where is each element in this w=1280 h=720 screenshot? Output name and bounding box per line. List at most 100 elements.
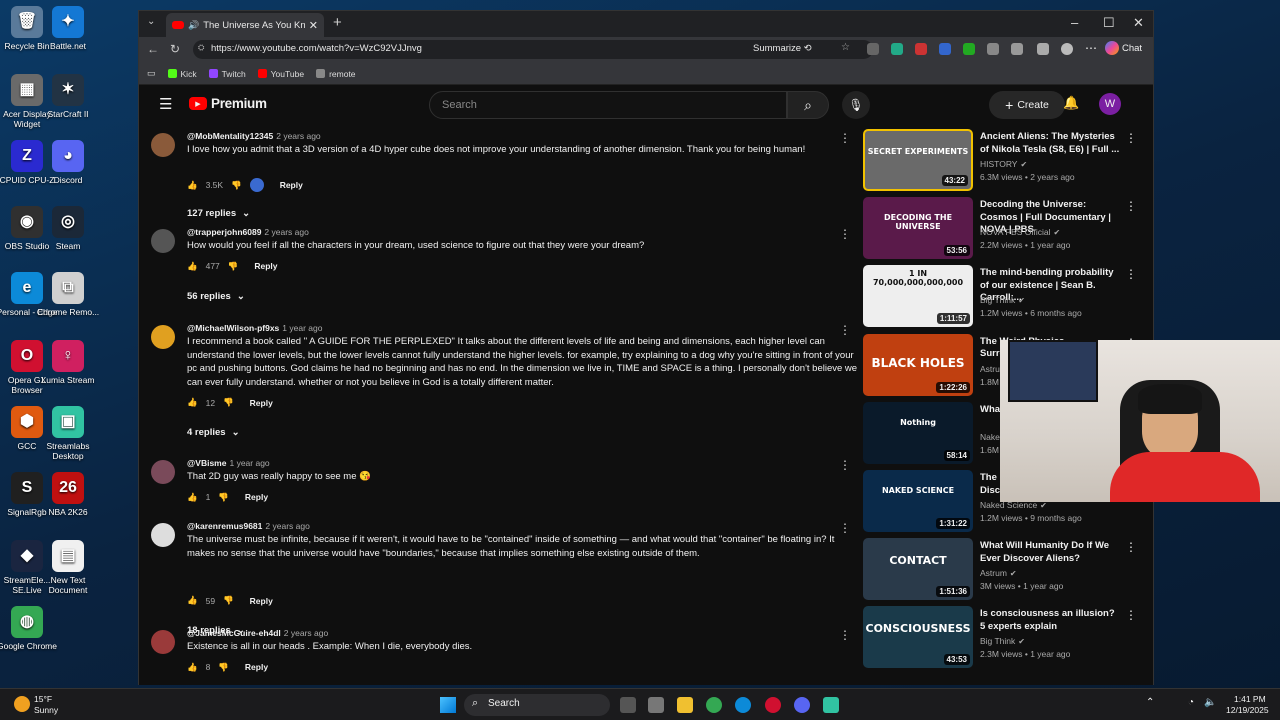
taskbar-app-icon[interactable] [648, 697, 664, 713]
comment-author[interactable]: @trapperjohn6089 2 years ago [187, 227, 309, 237]
dislike-icon[interactable]: 👎 [218, 492, 229, 503]
comment-author[interactable]: @MichaelWilson-pf9xs 1 year ago [187, 323, 322, 333]
comment-time[interactable]: 1 year ago [229, 458, 269, 468]
chrome-icon[interactable] [706, 697, 722, 713]
video-thumbnail[interactable]: BLACK HOLES 1:22:26 [863, 333, 973, 396]
desktop-icon[interactable]: ◍ Google Chrome [0, 606, 60, 651]
volume-icon[interactable]: 🔈 [1204, 697, 1216, 708]
more-menu-icon[interactable]: ⋯ [1085, 41, 1097, 55]
taskbar-search[interactable]: ⌕ Search [464, 694, 610, 716]
create-button[interactable]: + Create [989, 91, 1065, 119]
reply-button[interactable]: Reply [280, 180, 303, 190]
extension-icon[interactable] [987, 43, 999, 55]
comment-avatar[interactable] [151, 325, 175, 349]
related-video[interactable]: CONTACT 1:51:36 What Will Humanity Do If W… [863, 538, 1153, 604]
start-icon[interactable] [440, 697, 456, 713]
desktop-icon[interactable]: ◕ Discord [35, 140, 101, 185]
new-tab-icon[interactable]: + [333, 14, 342, 31]
desktop-icon[interactable]: ▤ New Text Document [35, 540, 101, 595]
youtube-logo[interactable]: ▶ Premium [189, 96, 267, 111]
replies-toggle[interactable]: 56 replies ⌄ [187, 291, 245, 302]
video-channel[interactable]: HISTORY ✔ [980, 159, 1027, 169]
favorite-star-icon[interactable]: ☆ [841, 42, 850, 53]
video-title[interactable]: What Will Humanity Do If We Ever Discove… [980, 540, 1120, 565]
extension-icon[interactable] [963, 43, 975, 55]
reply-button[interactable]: Reply [245, 492, 268, 502]
dislike-icon[interactable]: 👎 [223, 595, 234, 606]
like-icon[interactable]: 👍 [187, 595, 198, 606]
close-window-icon[interactable]: ✕ [1133, 15, 1144, 31]
related-video[interactable]: SECRET EXPERIMENTS 43:22 Ancient Aliens: T… [863, 129, 1153, 195]
opera-icon[interactable] [765, 697, 781, 713]
related-video[interactable]: CONSCIOUSNESS 43:53 Is consciousness an il… [863, 606, 1153, 672]
video-channel[interactable]: Big Think ✔ [980, 636, 1025, 646]
like-icon[interactable]: 👍 [187, 397, 198, 408]
favorites-icon[interactable] [1037, 43, 1049, 55]
extension-icon[interactable] [915, 43, 927, 55]
replies-toggle[interactable]: 127 replies ⌄ [187, 208, 250, 219]
summarize-button[interactable]: Summarize ⟲ [753, 43, 812, 54]
search-input[interactable]: Search [429, 91, 787, 119]
dislike-icon[interactable]: 👎 [223, 397, 234, 408]
reply-button[interactable]: Reply [245, 662, 268, 672]
copilot-chat-button[interactable]: Chat [1105, 41, 1142, 55]
comment-time[interactable]: 1 year ago [282, 323, 322, 333]
comment-more-icon[interactable]: ⋮ [839, 628, 851, 642]
reply-button[interactable]: Reply [250, 596, 273, 606]
clock-time[interactable]: 1:41 PM [1234, 694, 1266, 704]
video-more-icon[interactable]: ⋮ [1125, 608, 1137, 622]
like-icon[interactable]: 👍 [187, 261, 198, 272]
maximize-icon[interactable]: ☐ [1103, 15, 1115, 31]
comment-more-icon[interactable]: ⋮ [839, 458, 851, 472]
edge-icon[interactable] [735, 697, 751, 713]
video-thumbnail[interactable]: NAKED SCIENCE 1:31:22 [863, 470, 973, 532]
bookmark-item[interactable]: remote [316, 69, 356, 79]
comment-more-icon[interactable]: ⋮ [839, 131, 851, 145]
site-info-icon[interactable]: ⛭ [198, 43, 204, 53]
comment-author[interactable]: @MobMentality12345 2 years ago [187, 131, 321, 141]
bookmark-folder-icon[interactable]: ▭ [147, 68, 156, 79]
extension-icon[interactable] [867, 43, 879, 55]
desktop-icon[interactable]: ✶ StarCraft II [35, 74, 101, 119]
video-channel[interactable]: Astrum✔ [980, 568, 1017, 578]
task-view-icon[interactable] [620, 697, 636, 713]
comment-avatar[interactable] [151, 460, 175, 484]
comment-time[interactable]: 2 years ago [276, 131, 320, 141]
video-channel[interactable]: NOVA PBS Official ✔ [980, 227, 1060, 237]
profile-icon[interactable] [1061, 43, 1073, 55]
comment-avatar[interactable] [151, 229, 175, 253]
video-title[interactable]: Ancient Aliens: The Mysteries of Nikola … [980, 131, 1120, 156]
extensions-puzzle-icon[interactable] [1011, 43, 1023, 55]
refresh-icon[interactable]: ↻ [170, 42, 180, 56]
video-more-icon[interactable]: ⋮ [1125, 131, 1137, 145]
like-icon[interactable]: 👍 [187, 662, 198, 673]
related-video[interactable]: 1 IN 70,000,000,000,000 1:11:57 The mind-b… [863, 265, 1153, 331]
tab-active[interactable]: 🔊 The Universe As You Know It I ✕ [166, 13, 324, 37]
comment-more-icon[interactable]: ⋮ [839, 521, 851, 535]
voice-search-button[interactable]: 🎙 [842, 91, 870, 119]
reply-button[interactable]: Reply [254, 261, 277, 271]
video-more-icon[interactable]: ⋮ [1125, 540, 1137, 554]
tab-close-icon[interactable]: ✕ [309, 19, 318, 32]
video-thumbnail[interactable]: CONTACT 1:51:36 [863, 538, 973, 601]
video-more-icon[interactable]: ⋮ [1125, 199, 1137, 213]
comment-more-icon[interactable]: ⋮ [839, 323, 851, 337]
comment-avatar[interactable] [151, 523, 175, 547]
file-explorer-icon[interactable] [677, 697, 693, 713]
comment-more-icon[interactable]: ⋮ [839, 227, 851, 241]
minimize-icon[interactable]: – [1071, 15, 1078, 30]
related-video[interactable]: DECODING THE UNIVERSE 53:56 Decoding the U… [863, 197, 1153, 263]
desktop-icon[interactable]: ⧉ Chrome Remo... [35, 272, 101, 317]
video-thumbnail[interactable]: 1 IN 70,000,000,000,000 1:11:57 [863, 265, 973, 328]
bookmark-item[interactable]: Kick [167, 69, 197, 79]
back-icon[interactable]: ← [147, 42, 159, 56]
comment-author[interactable]: @karenremus9681 2 years ago [187, 521, 310, 531]
dislike-icon[interactable]: 👎 [218, 662, 229, 673]
desktop-icon[interactable]: ◎ Steam [35, 206, 101, 251]
tray-chevron-icon[interactable]: ⌃ [1146, 697, 1154, 708]
extension-icon[interactable] [891, 43, 903, 55]
video-thumbnail[interactable]: SECRET EXPERIMENTS 43:22 [863, 129, 973, 191]
comment-author[interactable]: @JamesMcGuire-eh4dl 2 years ago [187, 628, 328, 638]
url-field[interactable]: ⛭ https://www.youtube.com/watch?v=WzC92V… [193, 40, 873, 59]
weather-icon[interactable] [14, 696, 30, 712]
